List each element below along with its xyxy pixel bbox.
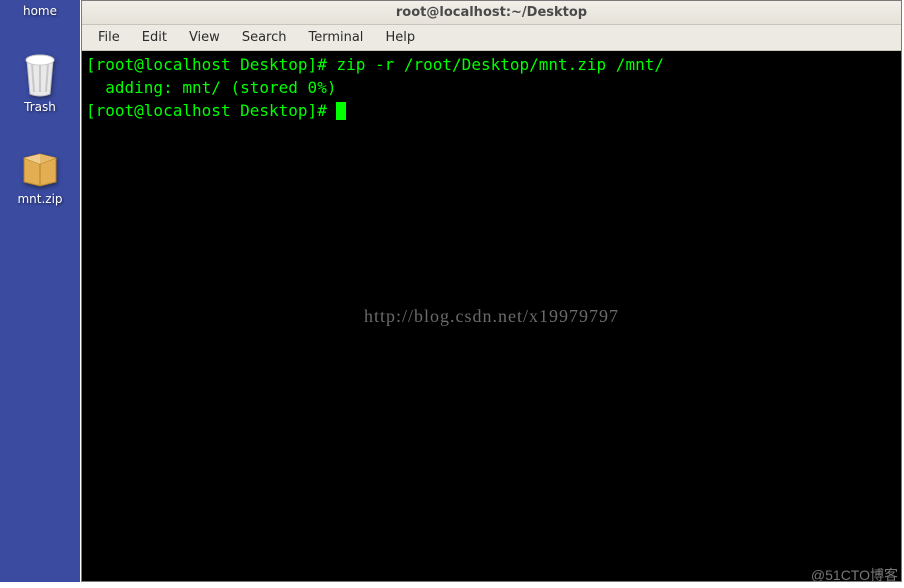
menubar: File Edit View Search Terminal Help bbox=[82, 25, 901, 51]
desktop-icon-label: home bbox=[23, 4, 57, 18]
desktop-icon-label: mnt.zip bbox=[17, 192, 62, 206]
window-title: root@localhost:~/Desktop bbox=[396, 5, 587, 20]
desktop-icon-label: Trash bbox=[24, 100, 56, 114]
terminal-line: [root@localhost Desktop]# bbox=[86, 99, 897, 122]
menu-view[interactable]: View bbox=[179, 27, 230, 48]
menu-search[interactable]: Search bbox=[232, 27, 297, 48]
menu-terminal[interactable]: Terminal bbox=[298, 27, 373, 48]
desktop-icon-mntzip[interactable]: mnt.zip bbox=[5, 148, 75, 206]
menu-file[interactable]: File bbox=[88, 27, 130, 48]
desktop-icon-trash[interactable]: Trash bbox=[5, 52, 75, 114]
shell-command: zip -r /root/Desktop/mnt.zip /mnt/ bbox=[336, 55, 664, 74]
terminal-output: adding: mnt/ (stored 0%) bbox=[86, 76, 897, 99]
window-titlebar[interactable]: root@localhost:~/Desktop bbox=[82, 1, 901, 25]
desktop-area: home Trash mnt.zip bbox=[0, 0, 80, 582]
cursor-block bbox=[336, 102, 346, 120]
shell-prompt: [root@localhost Desktop]# bbox=[86, 55, 336, 74]
terminal-window: root@localhost:~/Desktop File Edit View … bbox=[81, 0, 902, 582]
menu-help[interactable]: Help bbox=[375, 27, 425, 48]
terminal-body[interactable]: [root@localhost Desktop]# zip -r /root/D… bbox=[82, 51, 901, 581]
terminal-line: [root@localhost Desktop]# zip -r /root/D… bbox=[86, 53, 897, 76]
desktop-icon-home[interactable]: home bbox=[5, 0, 75, 18]
watermark-center: http://blog.csdn.net/x19979797 bbox=[364, 303, 619, 329]
menu-edit[interactable]: Edit bbox=[132, 27, 177, 48]
shell-prompt: [root@localhost Desktop]# bbox=[86, 101, 336, 120]
